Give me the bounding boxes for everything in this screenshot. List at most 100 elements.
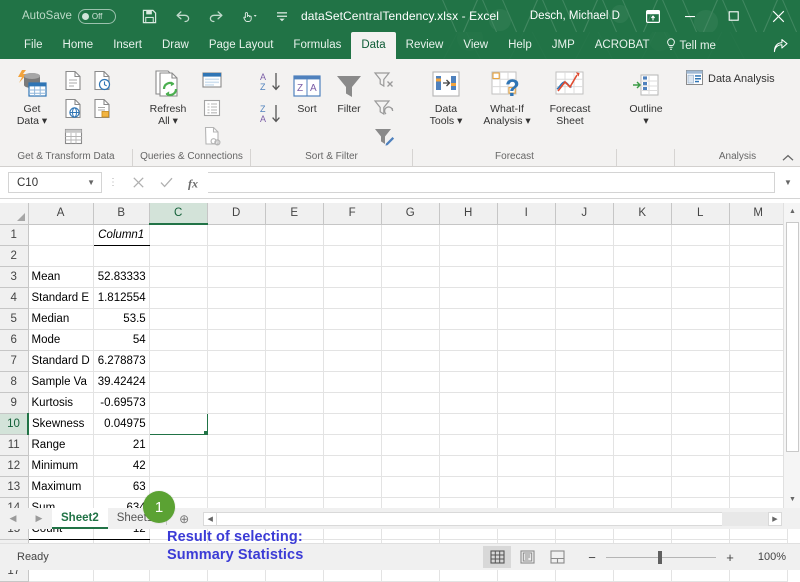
cell-E3[interactable] xyxy=(265,266,323,287)
spreadsheet-grid[interactable]: A B C D E F G H I J K L M 1Column123Mean… xyxy=(0,203,800,508)
cell-G12[interactable] xyxy=(381,455,439,476)
cell-J2[interactable] xyxy=(555,245,613,266)
cell-E5[interactable] xyxy=(265,308,323,329)
cell-A5[interactable]: Median xyxy=(28,308,93,329)
edit-links-icon[interactable] xyxy=(199,123,225,149)
cell-J12[interactable] xyxy=(555,455,613,476)
cell-A8[interactable]: Sample Va xyxy=(28,371,93,392)
cell-G5[interactable] xyxy=(381,308,439,329)
tab-insert[interactable]: Insert xyxy=(103,32,152,59)
cell-H2[interactable] xyxy=(439,245,497,266)
cell-E13[interactable] xyxy=(265,476,323,497)
cell-I9[interactable] xyxy=(497,392,555,413)
row-header-11[interactable]: 11 xyxy=(0,434,28,455)
scroll-down-icon[interactable]: ▼ xyxy=(784,491,800,508)
cell-M1[interactable] xyxy=(729,224,787,245)
cell-M13[interactable] xyxy=(729,476,787,497)
sheet-tab-sheet2[interactable]: Sheet2 xyxy=(52,508,108,529)
cell-B12[interactable]: 42 xyxy=(93,455,149,476)
cell-K11[interactable] xyxy=(613,434,671,455)
cell-B4[interactable]: 1.812554 xyxy=(93,287,149,308)
cell-J13[interactable] xyxy=(555,476,613,497)
cell-B13[interactable]: 63 xyxy=(93,476,149,497)
cell-E4[interactable] xyxy=(265,287,323,308)
cell-H1[interactable] xyxy=(439,224,497,245)
cell-K2[interactable] xyxy=(613,245,671,266)
cell-F2[interactable] xyxy=(323,245,381,266)
cell-G9[interactable] xyxy=(381,392,439,413)
cell-C5[interactable] xyxy=(149,308,207,329)
column-header-e[interactable]: E xyxy=(265,203,323,224)
vertical-scrollbar[interactable]: ▲ ▼ xyxy=(783,203,800,508)
column-header-d[interactable]: D xyxy=(207,203,265,224)
cell-H4[interactable] xyxy=(439,287,497,308)
cell-K1[interactable] xyxy=(613,224,671,245)
cell-L4[interactable] xyxy=(671,287,729,308)
cell-E10[interactable] xyxy=(265,413,323,434)
scroll-left-icon[interactable]: ◀ xyxy=(203,512,217,526)
cell-M4[interactable] xyxy=(729,287,787,308)
cell-C9[interactable] xyxy=(149,392,207,413)
zoom-out-button[interactable]: − xyxy=(585,550,599,565)
column-header-j[interactable]: J xyxy=(555,203,613,224)
tab-help[interactable]: Help xyxy=(498,32,542,59)
tab-acrobat[interactable]: ACROBAT xyxy=(585,32,660,59)
advanced-filter-icon[interactable] xyxy=(371,123,397,149)
cell-F5[interactable] xyxy=(323,308,381,329)
restore-button[interactable] xyxy=(712,0,756,32)
cell-L13[interactable] xyxy=(671,476,729,497)
cell-I12[interactable] xyxy=(497,455,555,476)
cell-J8[interactable] xyxy=(555,371,613,392)
cell-H10[interactable] xyxy=(439,413,497,434)
cell-L1[interactable] xyxy=(671,224,729,245)
cell-H13[interactable] xyxy=(439,476,497,497)
filter-button[interactable]: Filter xyxy=(327,63,371,116)
cell-C7[interactable] xyxy=(149,350,207,371)
cell-M11[interactable] xyxy=(729,434,787,455)
cell-A4[interactable]: Standard E xyxy=(28,287,93,308)
horizontal-scroll-thumb[interactable] xyxy=(217,512,722,526)
cell-G2[interactable] xyxy=(381,245,439,266)
cell-I3[interactable] xyxy=(497,266,555,287)
row-header-10[interactable]: 10 xyxy=(0,413,28,434)
cell-C10[interactable] xyxy=(149,413,207,434)
row-header-3[interactable]: 3 xyxy=(0,266,28,287)
cell-I8[interactable] xyxy=(497,371,555,392)
cell-B6[interactable]: 54 xyxy=(93,329,149,350)
cell-J11[interactable] xyxy=(555,434,613,455)
cell-J5[interactable] xyxy=(555,308,613,329)
insert-function-icon[interactable]: fx xyxy=(180,172,208,193)
cell-G7[interactable] xyxy=(381,350,439,371)
cell-I7[interactable] xyxy=(497,350,555,371)
share-icon[interactable] xyxy=(773,32,788,59)
row-header-13[interactable]: 13 xyxy=(0,476,28,497)
close-button[interactable] xyxy=(756,0,800,32)
cell-M2[interactable] xyxy=(729,245,787,266)
cell-I10[interactable] xyxy=(497,413,555,434)
cell-E11[interactable] xyxy=(265,434,323,455)
cell-F3[interactable] xyxy=(323,266,381,287)
cell-H11[interactable] xyxy=(439,434,497,455)
normal-view-button[interactable] xyxy=(483,546,511,568)
cell-C3[interactable] xyxy=(149,266,207,287)
cell-J7[interactable] xyxy=(555,350,613,371)
cell-E6[interactable] xyxy=(265,329,323,350)
column-header-k[interactable]: K xyxy=(613,203,671,224)
row-header-2[interactable]: 2 xyxy=(0,245,28,266)
cell-D5[interactable] xyxy=(207,308,265,329)
cell-K4[interactable] xyxy=(613,287,671,308)
minimize-button[interactable] xyxy=(668,0,712,32)
cell-M7[interactable] xyxy=(729,350,787,371)
cell-F13[interactable] xyxy=(323,476,381,497)
data-tools-button[interactable]: Data Tools ▾ xyxy=(417,63,475,127)
cell-C6[interactable] xyxy=(149,329,207,350)
cell-I1[interactable] xyxy=(497,224,555,245)
cell-J9[interactable] xyxy=(555,392,613,413)
horizontal-scrollbar[interactable]: ◀ ▶ xyxy=(203,511,782,526)
cell-I4[interactable] xyxy=(497,287,555,308)
cell-E7[interactable] xyxy=(265,350,323,371)
cell-G13[interactable] xyxy=(381,476,439,497)
tab-home[interactable]: Home xyxy=(53,32,104,59)
cell-D7[interactable] xyxy=(207,350,265,371)
cell-G3[interactable] xyxy=(381,266,439,287)
